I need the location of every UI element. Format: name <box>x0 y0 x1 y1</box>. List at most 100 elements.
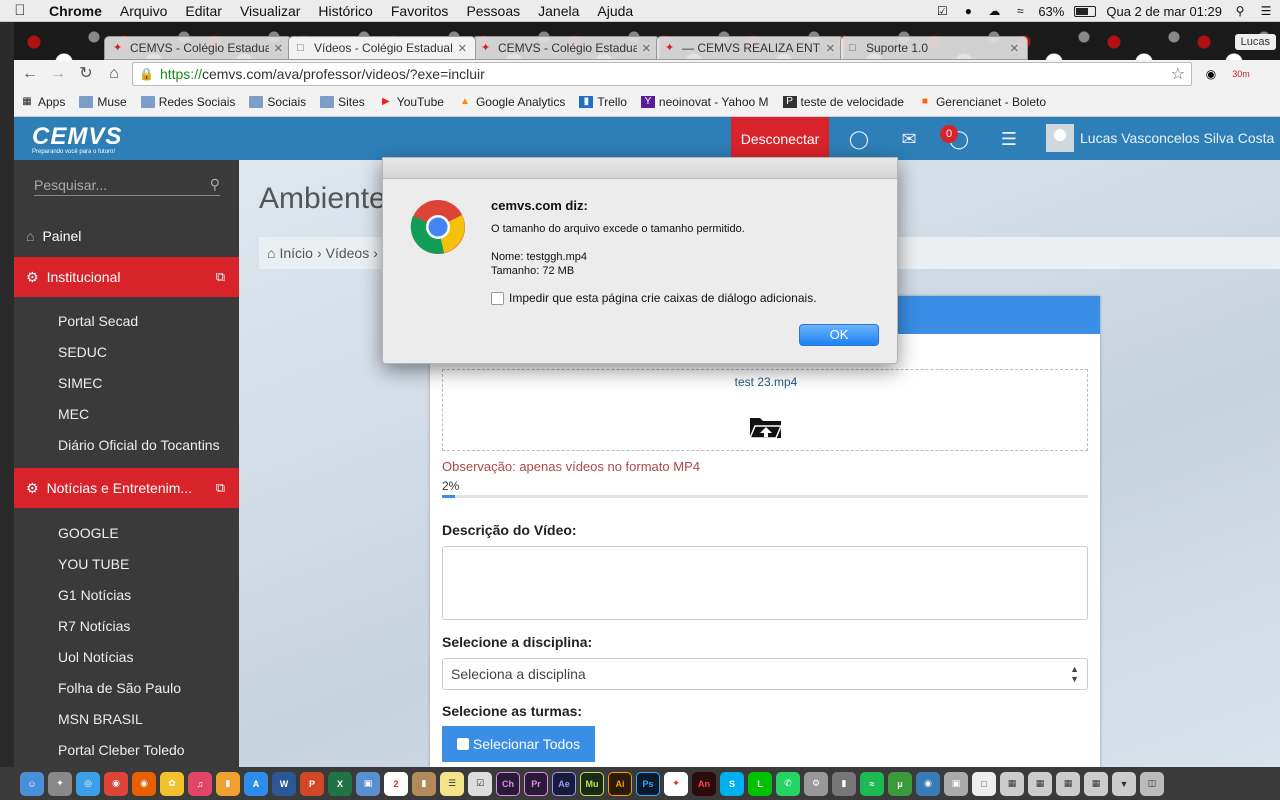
bookmark-star-icon[interactable]: ☆ <box>1171 64 1185 84</box>
sidebar-link[interactable]: Uol Notícias <box>58 649 133 665</box>
forward-icon[interactable]: → <box>48 64 68 84</box>
utility-icon[interactable]: ▣ <box>944 771 968 796</box>
close-icon[interactable]: ✕ <box>642 42 651 55</box>
wifi-icon[interactable]: ≈ <box>1012 4 1028 18</box>
sidebar-link[interactable]: Folha de São Paulo <box>58 680 181 696</box>
chrome-icon[interactable]: ◉ <box>104 771 128 796</box>
bookmark-sociais[interactable]: Sociais <box>249 95 306 109</box>
menu-favoritos[interactable]: Favoritos <box>382 3 458 19</box>
sidebar-link[interactable]: Portal Cleber Toledo <box>58 742 185 758</box>
bookmark-google-analytics[interactable]: ▲ Google Analytics <box>458 95 565 109</box>
apple-icon[interactable]:  <box>0 2 40 19</box>
powerpoint-icon[interactable]: P <box>300 771 324 796</box>
breadcrumb-item[interactable]: Vídeos <box>326 245 370 261</box>
sidebar-link[interactable]: G1 Notícias <box>58 587 131 603</box>
finder-icon[interactable]: ☺ <box>20 771 44 796</box>
site-logo[interactable]: CEMVS Preparando você para o futuro! <box>32 123 122 155</box>
after-effects-icon[interactable]: Ae <box>552 771 576 796</box>
menu-editar[interactable]: Editar <box>176 3 231 19</box>
close-icon[interactable]: ✕ <box>458 42 467 55</box>
skype-icon[interactable]: S <box>720 771 744 796</box>
notification-center-icon[interactable]: ☰ <box>1258 4 1274 18</box>
sidebar-link[interactable]: MSN BRASIL <box>58 711 143 727</box>
photos-icon[interactable]: ✿ <box>160 771 184 796</box>
menu-chrome[interactable]: Chrome <box>40 3 111 19</box>
sidebar-link[interactable]: Diário Oficial do Tocantins <box>58 437 220 453</box>
home-icon[interactable]: ⌂ <box>104 64 124 84</box>
menu-ajuda[interactable]: Ajuda <box>588 3 642 19</box>
trash-icon[interactable]: ◫ <box>1140 771 1164 796</box>
bookmark-speedtest[interactable]: Pteste de velocidade <box>782 95 904 109</box>
back-icon[interactable]: ← <box>20 64 40 84</box>
premiere-icon[interactable]: Pr <box>524 771 548 796</box>
illustrator-icon[interactable]: Ai <box>608 771 632 796</box>
sidebar-item-institucional[interactable]: ⚙ Institucional ⧉ <box>14 257 249 297</box>
user-menu[interactable]: Lucas Vasconcelos Silva Costa <box>1046 124 1274 152</box>
battery-icon[interactable] <box>1074 5 1097 17</box>
spotify-icon[interactable]: ≈ <box>860 771 884 796</box>
line-icon[interactable]: L <box>748 771 772 796</box>
dropbox-icon[interactable]: ● <box>960 4 976 18</box>
list-icon[interactable]: ☰ <box>998 129 1020 149</box>
document-icon[interactable]: □ <box>972 771 996 796</box>
bookmark-sites[interactable]: Sites <box>320 95 365 109</box>
browser-tab[interactable]: ✦ — CEMVS REALIZA ENTRE ✕ <box>656 36 844 60</box>
bookmark-muse[interactable]: Muse <box>79 95 127 109</box>
chat-icon[interactable]: ◯ <box>848 129 870 149</box>
calendar-icon[interactable]: 2 <box>384 771 408 796</box>
acrobat-icon[interactable]: ✦ <box>664 771 688 796</box>
bookmark-yahoo[interactable]: Yneoinovat - Yahoo M <box>640 95 769 109</box>
cloud-icon[interactable]: ☁ <box>986 4 1002 18</box>
system-preferences-icon[interactable]: ⚙ <box>804 771 828 796</box>
app-icon[interactable]: ▮ <box>832 771 856 796</box>
bookmark-youtube[interactable]: ▶ YouTube <box>379 95 444 109</box>
sidebar-link[interactable]: SEDUC <box>58 344 107 360</box>
menu-pessoas[interactable]: Pessoas <box>457 3 529 19</box>
menu-janela[interactable]: Janela <box>529 3 588 19</box>
ok-button[interactable]: OK <box>799 324 879 346</box>
disconnect-button[interactable]: Desconectar <box>731 117 829 160</box>
photoshop-icon[interactable]: Ps <box>636 771 660 796</box>
character-animator-icon[interactable]: Ch <box>496 771 520 796</box>
clock[interactable]: Qua 2 de mar 01:29 <box>1106 4 1222 19</box>
timer-extension-icon[interactable]: 30m <box>1230 64 1252 84</box>
bookmark-redes-sociais[interactable]: Redes Sociais <box>140 95 235 109</box>
description-textarea[interactable] <box>442 546 1088 620</box>
close-icon[interactable]: ✕ <box>274 42 283 55</box>
browser-tab[interactable]: □ Suporte 1.0 ✕ <box>840 36 1028 60</box>
file-dropzone[interactable]: test 23.mp4 <box>442 369 1088 451</box>
browser-tab-active[interactable]: □ Vídeos - Colégio Estadual ✕ <box>288 36 476 60</box>
reminders-icon[interactable]: ☑ <box>468 771 492 796</box>
menu-arquivo[interactable]: Arquivo <box>111 3 176 19</box>
safari-icon[interactable]: ◎ <box>76 771 100 796</box>
sidebar-link[interactable]: YOU TUBE <box>58 556 129 572</box>
sidebar-link[interactable]: R7 Notícias <box>58 618 130 634</box>
utorrent-icon[interactable]: μ <box>888 771 912 796</box>
folder-stack-icon[interactable]: ▦ <box>1000 771 1024 796</box>
downloads-icon[interactable]: ▼ <box>1112 771 1136 796</box>
sidebar-item-painel[interactable]: ⌂ Painel <box>14 216 239 256</box>
profile-button[interactable]: Lucas <box>1234 34 1276 50</box>
sidebar-link[interactable]: SIMEC <box>58 375 102 391</box>
firefox-icon[interactable]: ◉ <box>132 771 156 796</box>
discipline-select[interactable]: Seleciona a disciplina ▲ ▼ <box>442 658 1088 690</box>
ibooks-icon[interactable]: ▮ <box>216 771 240 796</box>
address-bar[interactable]: 🔒 https://cemvs.com/ava/professor/videos… <box>132 62 1192 86</box>
animate-icon[interactable]: An <box>692 771 716 796</box>
whatsapp-icon[interactable]: ✆ <box>776 771 800 796</box>
muse-icon[interactable]: Mu <box>580 771 604 796</box>
app-store-icon[interactable]: A <box>244 771 268 796</box>
notes-icon[interactable]: ☰ <box>440 771 464 796</box>
itunes-icon[interactable]: ♫ <box>188 771 212 796</box>
sidebar-link[interactable]: GOOGLE <box>58 525 119 541</box>
folder-stack-icon[interactable]: ▦ <box>1028 771 1052 796</box>
contacts-icon[interactable]: ▮ <box>412 771 436 796</box>
mail-icon[interactable]: ✉ <box>898 129 920 149</box>
bookmark-gerencianet[interactable]: ■ Gerencianet - Boleto <box>918 95 1046 109</box>
select-all-button[interactable]: Selecionar Todos <box>442 726 595 762</box>
sidebar-link[interactable]: Portal Secad <box>58 313 138 329</box>
menu-historico[interactable]: Histórico <box>309 3 381 19</box>
bookmark-apps[interactable]: ▦ Apps <box>20 95 65 109</box>
browser-tab[interactable]: ✦ CEMVS - Colégio Estadual ✕ <box>472 36 660 60</box>
spotlight-icon[interactable]: ⚲ <box>1232 4 1248 18</box>
